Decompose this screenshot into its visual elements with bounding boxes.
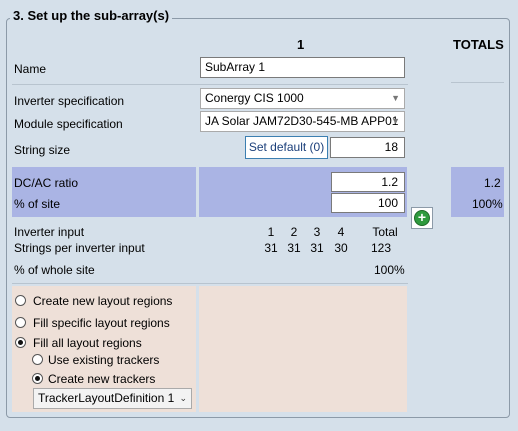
dc-ac-ratio-input[interactable]: 1.2 bbox=[331, 172, 405, 192]
dc-ac-ratio-label: DC/AC ratio bbox=[14, 176, 79, 190]
strings-value: 31 bbox=[287, 241, 301, 255]
radio-label: Fill specific layout regions bbox=[33, 316, 170, 330]
radio-indicator[interactable] bbox=[15, 295, 26, 306]
set-default-button[interactable]: Set default (0) bbox=[245, 136, 328, 159]
inverter-input-header: Total bbox=[372, 225, 398, 239]
layout-options-value-band bbox=[199, 286, 407, 412]
radio-label: Use existing trackers bbox=[48, 353, 160, 367]
inverter-input-header: 3 bbox=[313, 225, 321, 239]
pct-whole-site-label: % of whole site bbox=[14, 263, 95, 277]
column-header-subarray-1: 1 bbox=[297, 37, 305, 52]
tracker-layout-select[interactable]: TrackerLayoutDefinition 1 ⌄ bbox=[33, 388, 192, 409]
inverter-input-header: 2 bbox=[290, 225, 298, 239]
inverter-input-header: 4 bbox=[337, 225, 345, 239]
radio-indicator[interactable] bbox=[32, 354, 43, 365]
tracker-layout-value: TrackerLayoutDefinition 1 bbox=[38, 391, 175, 405]
module-spec-label: Module specification bbox=[14, 117, 123, 131]
chevron-down-icon: ▼ bbox=[391, 116, 400, 126]
pct-site-total: 100% bbox=[472, 197, 503, 211]
inverter-input-header: 1 bbox=[267, 225, 275, 239]
strings-value: 30 bbox=[334, 241, 348, 255]
strings-value: 31 bbox=[310, 241, 324, 255]
radio-label: Create new trackers bbox=[48, 372, 156, 386]
module-spec-value: JA Solar JAM72D30-545-MB APP01 bbox=[205, 114, 399, 128]
strings-total: 123 bbox=[370, 241, 392, 255]
chevron-down-icon: ▼ bbox=[391, 93, 400, 103]
column-header-totals: TOTALS bbox=[453, 37, 504, 52]
radio-label: Create new layout regions bbox=[33, 294, 173, 308]
radio-indicator[interactable] bbox=[32, 373, 43, 384]
chevron-down-icon: ⌄ bbox=[179, 393, 187, 403]
pct-site-label: % of site bbox=[14, 197, 61, 211]
inverter-input-label: Inverter input bbox=[14, 225, 85, 239]
name-label: Name bbox=[14, 62, 47, 76]
radio-label: Fill all layout regions bbox=[33, 336, 142, 350]
radio-indicator[interactable] bbox=[15, 317, 26, 328]
add-subarray-button[interactable]: + bbox=[411, 207, 433, 229]
inverter-spec-label: Inverter specification bbox=[14, 94, 125, 108]
pct-whole-site-value: 100% bbox=[374, 263, 405, 277]
strings-value: 31 bbox=[264, 241, 278, 255]
string-size-label: String size bbox=[14, 143, 71, 157]
plus-circle-icon: + bbox=[414, 210, 430, 226]
pct-site-input[interactable]: 100 bbox=[331, 193, 405, 213]
inverter-spec-value: Conergy CIS 1000 bbox=[205, 91, 304, 105]
section-title: 3. Set up the sub-array(s) bbox=[10, 8, 173, 23]
module-spec-select[interactable]: JA Solar JAM72D30-545-MB APP01 ▼ bbox=[200, 111, 405, 132]
divider bbox=[12, 283, 408, 284]
divider bbox=[12, 84, 408, 85]
totals-divider bbox=[451, 82, 504, 83]
inverter-spec-select[interactable]: Conergy CIS 1000 ▼ bbox=[200, 88, 405, 109]
string-size-input[interactable]: 18 bbox=[330, 137, 405, 158]
strings-per-input-label: Strings per inverter input bbox=[14, 241, 145, 255]
name-input[interactable]: SubArray 1 bbox=[200, 57, 405, 78]
dc-ac-ratio-total: 1.2 bbox=[484, 176, 501, 190]
radio-indicator[interactable] bbox=[15, 337, 26, 348]
